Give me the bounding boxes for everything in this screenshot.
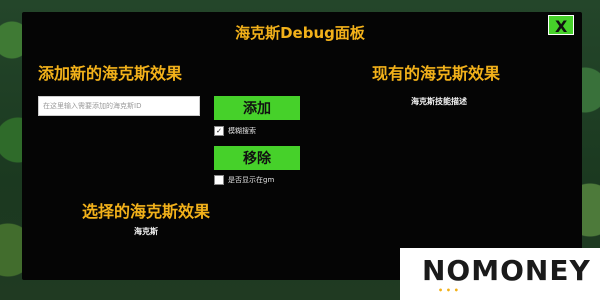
logo-dots-icon: • • •	[438, 286, 459, 295]
hex-id-input[interactable]	[38, 96, 200, 116]
watermark-logo: NOMONEY • • •	[400, 248, 600, 300]
logo-text: NOMONEY	[422, 254, 591, 287]
selected-section-heading: 选择的海克斯效果	[82, 202, 211, 221]
add-section-heading: 添加新的海克斯效果	[38, 64, 183, 83]
selected-hex-value: 海克斯	[134, 227, 158, 236]
fuzzy-search-row[interactable]: ✓ 模糊搜索	[214, 126, 256, 136]
show-in-gm-row[interactable]: 是否显示在gm	[214, 175, 274, 185]
existing-section-heading: 现有的海克斯效果	[372, 64, 501, 83]
fuzzy-search-label: 模糊搜索	[228, 127, 256, 135]
panel-title: 海克斯Debug面板	[235, 24, 365, 42]
show-in-gm-checkbox[interactable]	[214, 175, 224, 185]
hex-skill-description: 海克斯技能描述	[411, 97, 467, 106]
remove-button[interactable]: 移除	[214, 146, 300, 170]
add-button[interactable]: 添加	[214, 96, 300, 120]
show-in-gm-label: 是否显示在gm	[228, 176, 275, 184]
fuzzy-search-checkbox[interactable]: ✓	[214, 126, 224, 136]
debug-panel: X	[22, 12, 582, 280]
